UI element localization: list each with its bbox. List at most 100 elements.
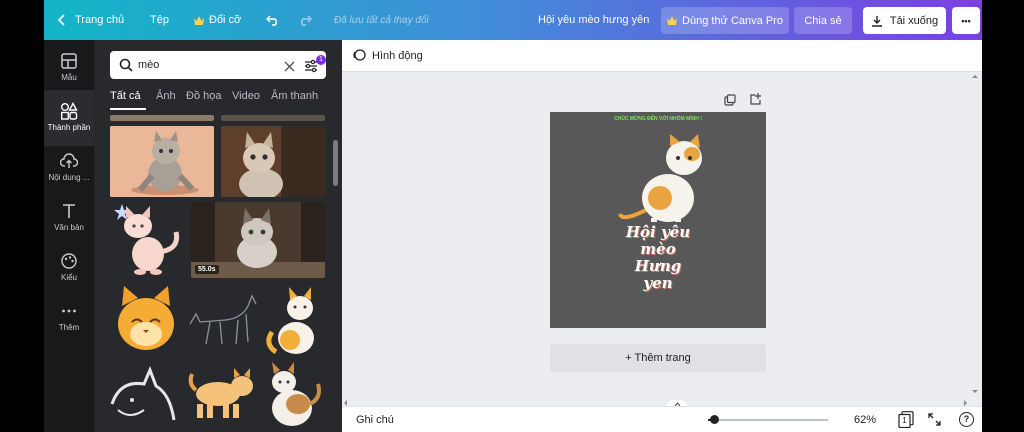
more-options-button[interactable]: •••	[952, 7, 980, 34]
notes-button[interactable]: Ghi chú	[356, 407, 394, 432]
tab-photos[interactable]: Ảnh	[156, 90, 176, 102]
tab-all[interactable]: Tất cả	[110, 90, 141, 102]
editor-footer: Ghi chú 62% 1 ?	[342, 406, 982, 432]
duplicate-page-icon[interactable]	[724, 93, 736, 111]
cat-sticker-thumbnail[interactable]	[110, 202, 186, 278]
nav-item-more[interactable]: Thêm	[44, 290, 94, 346]
result-thumbnail[interactable]	[110, 115, 214, 121]
search-input[interactable]	[138, 56, 278, 74]
tab-videos[interactable]: Video	[232, 90, 260, 102]
line-cat-graphic	[189, 294, 257, 345]
nav-item-uploads[interactable]: Nội dung ...	[44, 140, 94, 196]
download-button[interactable]: Tải xuống	[863, 7, 946, 34]
more-icon	[60, 302, 78, 320]
share-button[interactable]: Chia sẻ	[794, 7, 852, 34]
redo-button[interactable]	[298, 0, 312, 40]
try-pro-button[interactable]: Dùng thử Canva Pro	[661, 7, 789, 34]
search-box: 1	[110, 51, 326, 79]
design-title-line: Hội yêu	[625, 223, 691, 241]
zoom-slider[interactable]	[708, 415, 828, 425]
video-duration: 55.0s	[195, 265, 219, 274]
orange-cat-face-graphic	[118, 286, 174, 350]
redo-icon	[298, 14, 312, 26]
file-menu[interactable]: Tệp	[150, 0, 169, 40]
palette-icon	[60, 252, 78, 270]
nav-item-elements[interactable]: Thành phần	[44, 90, 94, 146]
nav-item-label: Mẫu	[61, 73, 77, 82]
sitting-cat-graphic-thumbnail[interactable]	[262, 284, 326, 356]
top-bar: Trang chủ Tệp Đổi cỡ Đã lưu tất cả thay …	[44, 0, 982, 40]
crown-icon	[194, 15, 204, 25]
try-pro-label: Dùng thử Canva Pro	[682, 14, 783, 27]
cat-video-thumbnail[interactable]: 55.0s	[191, 202, 325, 278]
tab-audio[interactable]: Âm thanh	[271, 90, 318, 102]
zoom-slider-track	[708, 419, 828, 421]
pink-cat-sticker	[114, 204, 180, 275]
cat-photo-image	[110, 126, 214, 197]
nav-item-label: Văn bản	[54, 223, 84, 232]
nav-item-label: Thêm	[58, 323, 80, 332]
canvas-horizontal-scrollbar[interactable]	[342, 395, 970, 406]
text-icon	[60, 202, 78, 220]
page-count-button[interactable]: 1	[898, 411, 914, 429]
kitten-photo-thumbnail[interactable]	[221, 126, 325, 197]
elements-panel: 1 Tất cả Ảnh Đồ họa Video Âm thanh	[94, 40, 342, 432]
home-button[interactable]: Trang chủ	[58, 0, 124, 40]
help-button[interactable]: ?	[959, 412, 974, 427]
download-label: Tải xuống	[889, 14, 939, 27]
add-page-button[interactable]: + Thêm trang	[550, 344, 766, 372]
expand-icon	[928, 413, 941, 426]
design-title-line: mèo	[640, 240, 676, 258]
animate-button[interactable]: Hình động	[352, 40, 423, 72]
design-title-text: Hội yêu mèo Hưng yen	[600, 224, 716, 292]
kitten-photo-image	[221, 126, 325, 197]
canvas-vertical-scrollbar[interactable]	[970, 72, 980, 406]
orange-cat-graphic-thumbnail[interactable]	[110, 284, 182, 356]
help-icon: ?	[963, 414, 970, 424]
home-label: Trang chủ	[75, 14, 125, 26]
design-title[interactable]: Hội yêu mèo hưng yên	[538, 0, 649, 40]
resize-label: Đổi cỡ	[209, 14, 242, 26]
zoom-slider-knob[interactable]	[710, 415, 719, 424]
calico-cat-graphic-thumbnail[interactable]	[262, 360, 326, 432]
cat-photo-thumbnail[interactable]	[110, 126, 214, 197]
resize-button[interactable]: Đổi cỡ	[194, 0, 241, 40]
crown-icon	[667, 16, 678, 25]
design-canvas[interactable]: CHÚC MỪNG ĐẾN VỚI NHÓM MÌNH ! Hội yêu mè…	[550, 112, 766, 328]
save-status: Đã lưu tất cả thay đổi	[334, 14, 429, 26]
calico-cat-illustration	[618, 134, 702, 222]
upload-icon	[59, 152, 79, 170]
zoom-level[interactable]: 62%	[854, 407, 876, 432]
cat-silhouette-thumbnail[interactable]	[110, 360, 182, 432]
result-thumbnail[interactable]	[221, 115, 325, 121]
design-title-line: yen	[643, 274, 673, 292]
animate-label: Hình động	[372, 50, 423, 62]
editor-area: Hình động CHÚC MỪNG ĐẾN VỚI NHÓM MÌNH !	[342, 40, 982, 432]
line-cat-graphic-thumbnail[interactable]	[186, 284, 258, 356]
walking-cat-graphic	[188, 368, 253, 418]
animate-icon	[352, 48, 366, 65]
canva-app: Trang chủ Tệp Đổi cỡ Đã lưu tất cả thay …	[44, 0, 982, 432]
clear-search-icon[interactable]	[284, 59, 295, 77]
elements-icon	[60, 102, 78, 120]
filter-count-badge: 1	[316, 55, 326, 65]
results-scrollbar[interactable]	[333, 140, 338, 186]
nav-item-text[interactable]: Văn bản	[44, 190, 94, 246]
nav-item-label: Thành phần	[47, 123, 91, 132]
tab-graphics[interactable]: Đồ họa	[186, 90, 221, 102]
calico-cat-graphic	[272, 362, 321, 426]
design-title-line: Hưng	[634, 257, 682, 275]
sitting-cat-graphic	[266, 287, 314, 355]
add-page-icon[interactable]	[750, 92, 762, 110]
download-icon	[871, 15, 883, 27]
nav-item-styles[interactable]: Kiểu	[44, 240, 94, 296]
template-icon	[60, 52, 78, 70]
editor-toolbar: Hình động	[342, 40, 982, 72]
undo-button[interactable]	[266, 0, 280, 40]
nav-item-templates[interactable]: Mẫu	[44, 40, 94, 96]
walking-cat-graphic-thumbnail[interactable]	[186, 360, 258, 432]
fullscreen-button[interactable]	[928, 413, 941, 429]
search-icon	[119, 58, 133, 77]
chevron-left-icon	[58, 14, 66, 26]
cat-line-silhouette	[110, 365, 176, 421]
